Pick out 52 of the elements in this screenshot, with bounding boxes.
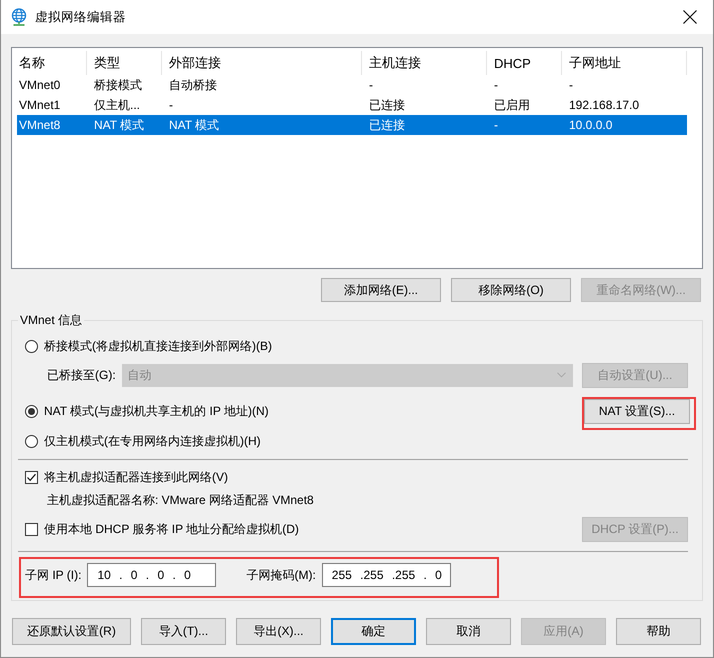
table-cell-text: NAT 模式 <box>93 116 146 134</box>
field-label: 已桥接至(G): <box>47 366 116 384</box>
table-cell-text: 已连接 <box>368 96 406 114</box>
dialog-button[interactable]: 还原默认设置(R) <box>12 618 131 645</box>
table-cell-text: 10.0.0.0 <box>568 118 614 132</box>
nat-settings-button[interactable]: NAT 设置(S)... <box>584 399 690 424</box>
group-title: VMnet 信息 <box>19 312 84 329</box>
table-cell-text: 192.168.17.0 <box>568 98 640 112</box>
adapter-name-text: 主机虚拟适配器名称: VMware 网络适配器 VMnet8 <box>47 492 314 509</box>
table-cell-text: 桥接模式 <box>93 76 143 94</box>
checkbox-option[interactable]: 将主机虚拟适配器连接到此网络(V) <box>25 468 228 486</box>
radio-option[interactable]: NAT 模式(与虚拟机共享主机的 IP 地址)(N) <box>25 397 269 425</box>
column-header[interactable]: DHCP <box>487 51 562 75</box>
table-cell-text: 已连接 <box>368 116 406 134</box>
field-label: 子网掩码(M): <box>246 566 316 584</box>
dialog-button[interactable]: 导入(T)... <box>141 618 226 645</box>
table-cell-text: VMnet1 <box>18 98 62 112</box>
table-cell-text: - <box>368 78 374 92</box>
list-row[interactable]: VMnet8 NAT 模式 NAT 模式 已连接 - 10.0.0.0 <box>17 115 687 135</box>
column-header[interactable]: 外部连接 <box>162 51 362 75</box>
table-cell-text: 已启用 <box>493 96 531 114</box>
column-header[interactable]: 类型 <box>87 51 162 75</box>
dialog-button[interactable]: 帮助 <box>616 618 701 645</box>
table-cell-text: - <box>568 78 574 92</box>
table-cell-text: - <box>493 78 499 92</box>
window-title: 虚拟网络编辑器 <box>35 8 127 26</box>
field-label: 子网 IP (I): <box>25 566 82 584</box>
network-action-button[interactable]: 移除网络(O) <box>451 278 571 302</box>
dialog-button[interactable]: 取消 <box>426 618 511 645</box>
list-row[interactable]: VMnet1 仅主机... - 已连接 已启用 192.168.17.0 <box>17 95 687 115</box>
column-header[interactable]: 子网地址 <box>562 51 687 75</box>
network-action-button[interactable]: 添加网络(E)... <box>321 278 441 302</box>
globe-icon <box>10 8 28 26</box>
dialog-button[interactable]: 导出(X)... <box>236 618 321 645</box>
table-cell-text: 仅主机... <box>93 96 142 114</box>
column-header[interactable]: 主机连接 <box>362 51 487 75</box>
subnet-mask-field[interactable]: 255 .255 .255 . 0 <box>322 563 451 587</box>
table-cell-text: - <box>168 98 174 112</box>
radio-option[interactable]: 仅主机模式(在专用网络内连接虚拟机)(H) <box>25 432 261 450</box>
checkbox-option[interactable]: 使用本地 DHCP 服务将 IP 地址分配给虚拟机(D) <box>25 521 299 538</box>
table-cell-text: - <box>493 118 499 132</box>
close-icon <box>683 10 697 24</box>
dialog-button[interactable]: 确定 <box>331 618 416 645</box>
ip-address-field[interactable]: 10 . 0 . 0 . 0 <box>87 563 216 587</box>
table-cell-text: VMnet0 <box>18 78 62 92</box>
table-cell-text: NAT 模式 <box>168 116 220 134</box>
chevron-down-icon <box>557 372 566 378</box>
radio-option[interactable]: 桥接模式(将虚拟机直接连接到外部网络)(B) <box>25 338 272 354</box>
list-row[interactable]: VMnet0 桥接模式 自动桥接 - - - <box>17 75 687 95</box>
column-header[interactable]: 名称 <box>12 51 87 75</box>
table-cell-text: 自动桥接 <box>168 76 218 94</box>
table-cell-text: VMnet8 <box>18 118 62 132</box>
